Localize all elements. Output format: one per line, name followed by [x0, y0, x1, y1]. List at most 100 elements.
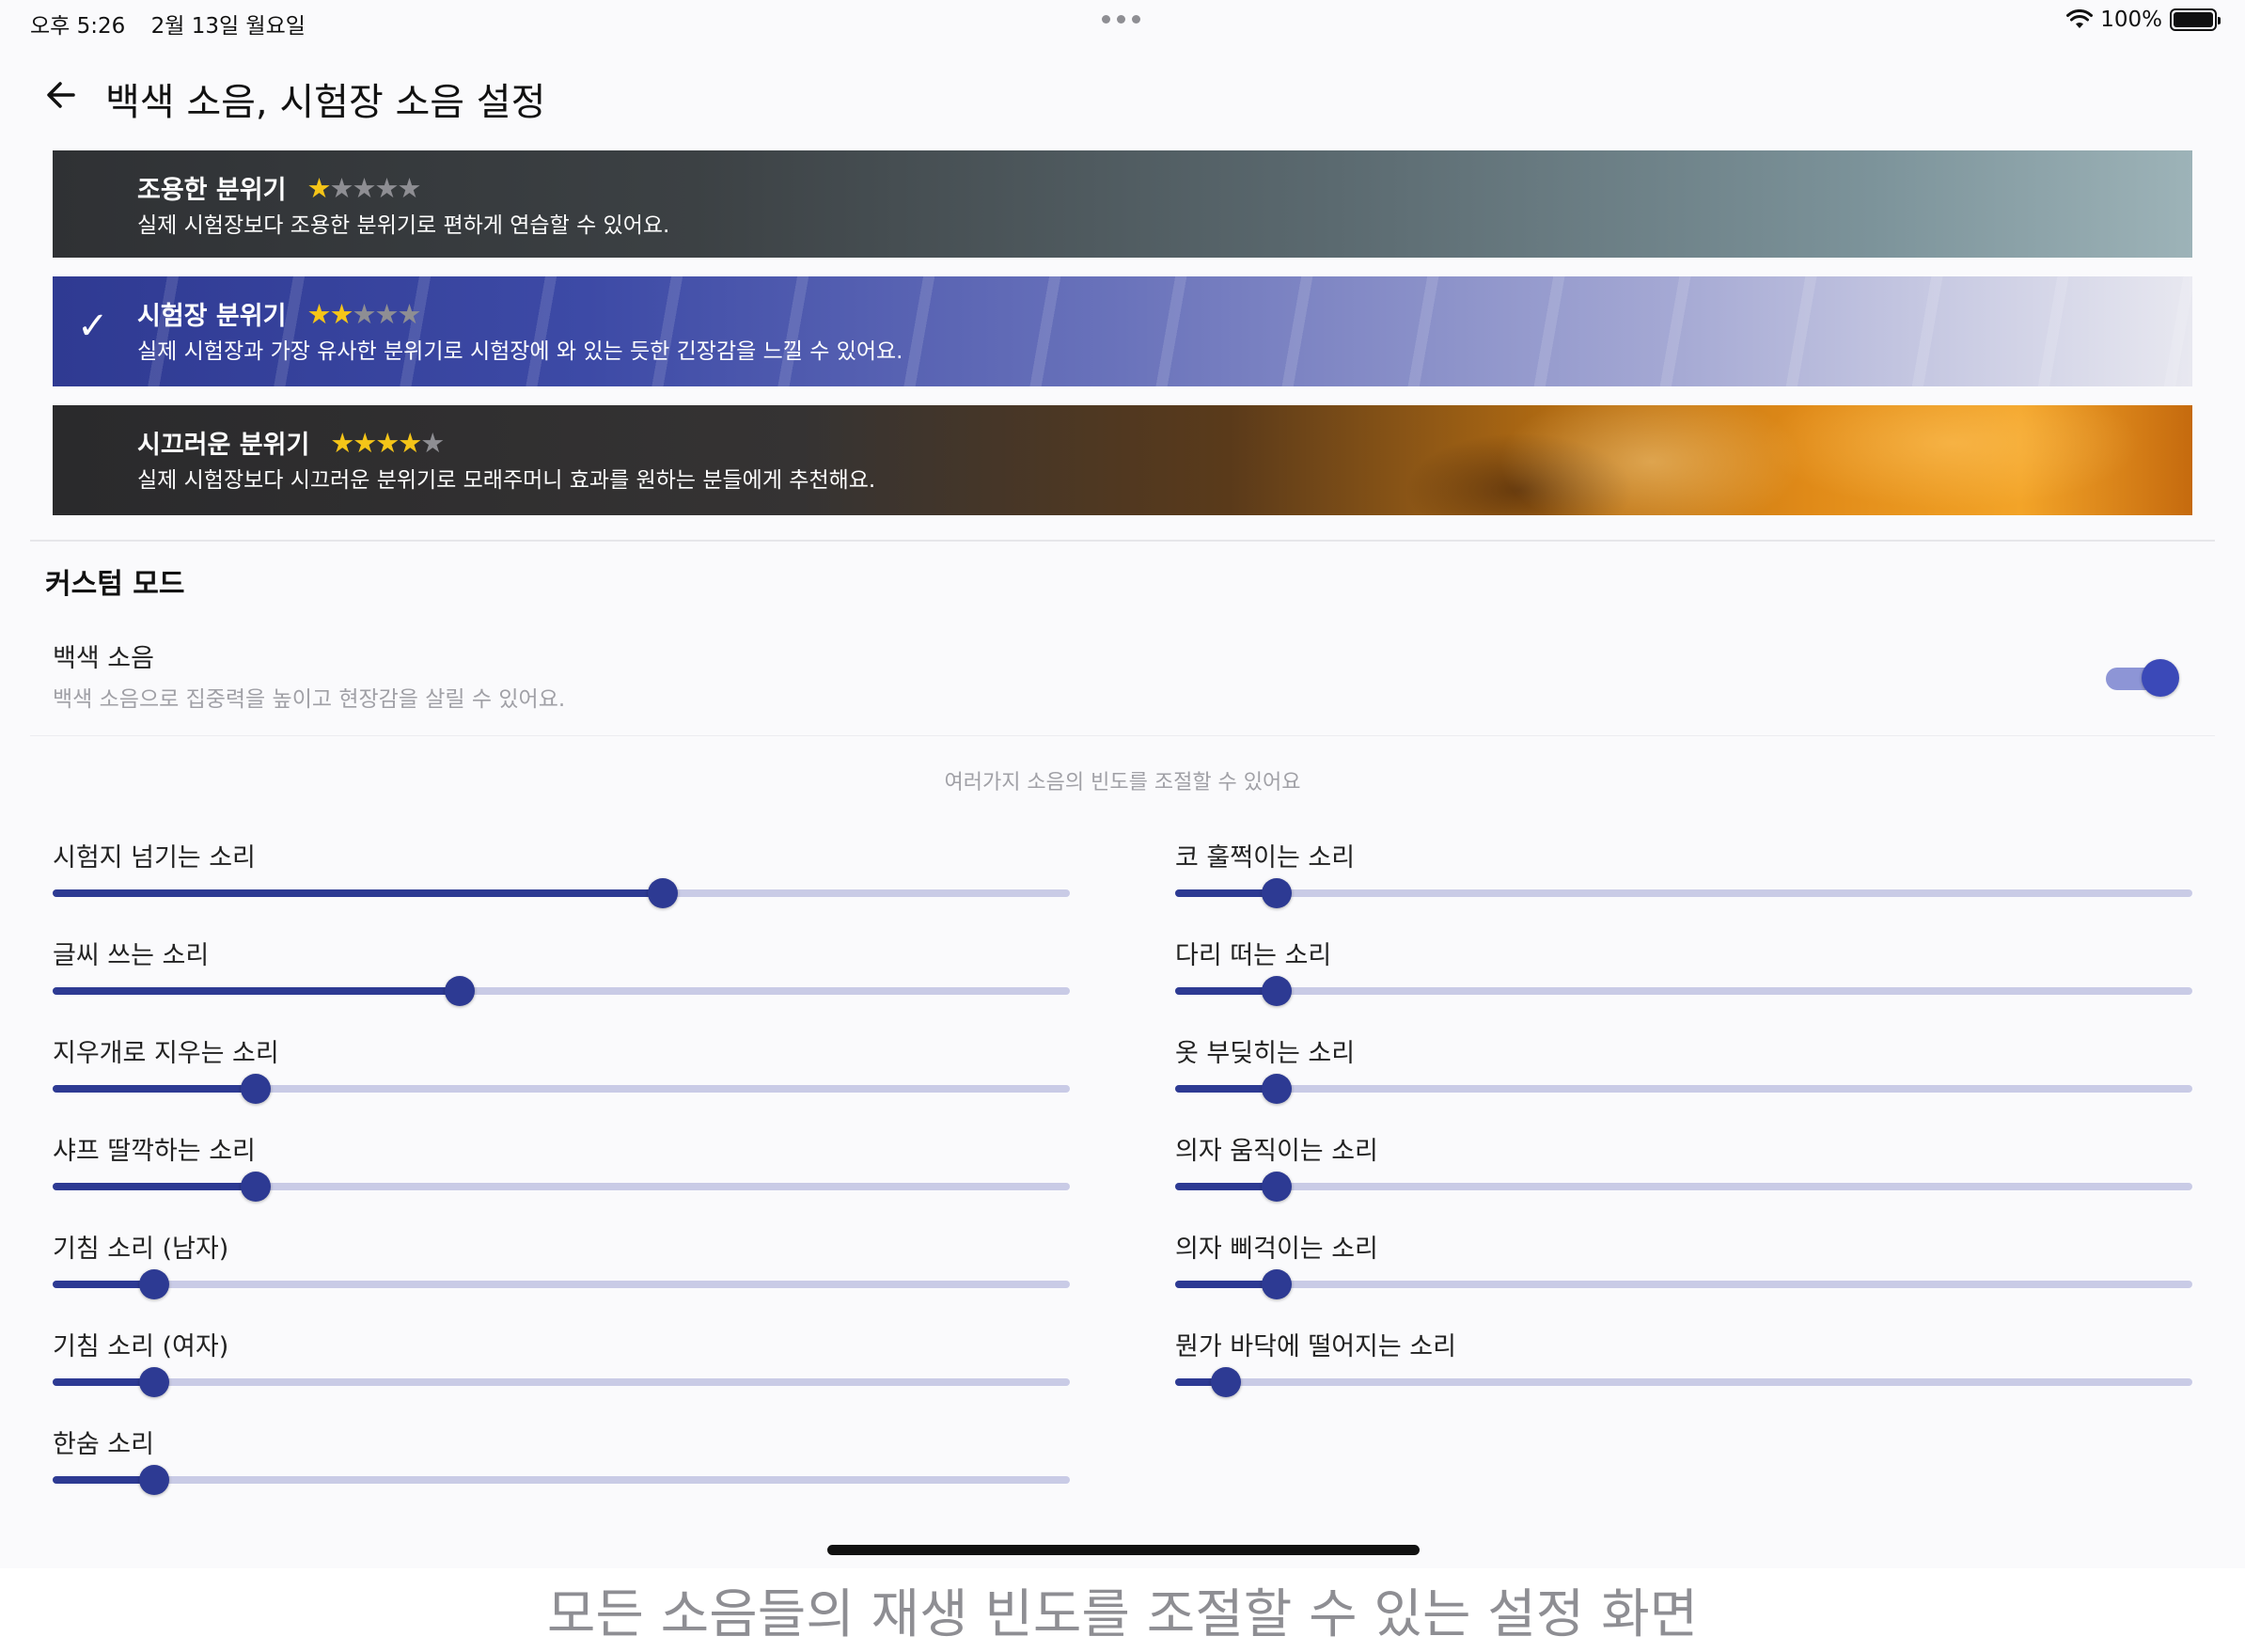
star-icon: ★: [375, 426, 400, 459]
star-icon: ★: [397, 297, 421, 330]
slider-fill: [53, 1085, 257, 1093]
row-divider: [30, 735, 2215, 736]
slider-fill: [53, 987, 460, 995]
home-indicator[interactable]: [827, 1545, 1420, 1555]
frequency-slider[interactable]: [53, 1072, 1070, 1106]
status-date: 2월 13일 월요일: [150, 14, 306, 39]
slider-label: 다리 떠는 소리: [1175, 941, 1332, 970]
frequency-slider[interactable]: [1175, 1365, 2192, 1399]
star-icon: ★: [374, 297, 399, 330]
slider-label: 코 훌쩍이는 소리: [1175, 843, 1356, 873]
slider-item: 글씨 쓰는 소리: [53, 935, 1070, 1032]
mode-title: 조용한 분위기: [137, 176, 287, 205]
slider-track: [53, 1281, 1070, 1288]
slider-label: 기침 소리 (남자): [53, 1235, 229, 1264]
slider-thumb[interactable]: [1262, 878, 1293, 908]
frequency-slider[interactable]: [53, 1365, 1070, 1399]
slider-track: [1175, 1378, 2192, 1386]
slider-item: 옷 부딪히는 소리: [1175, 1032, 2192, 1130]
slider-label: 지우개로 지우는 소리: [53, 1039, 279, 1068]
slider-label: 글씨 쓰는 소리: [53, 941, 210, 970]
app-screen: 오후 5:26 2월 13일 월요일 100% 백색 소음, 시험장 소음 설정…: [0, 0, 2245, 1568]
multitasking-dots-icon[interactable]: [1102, 15, 1140, 24]
back-button[interactable]: [41, 75, 81, 115]
slider-track: [1175, 1281, 2192, 1288]
frequency-slider[interactable]: [53, 1170, 1070, 1204]
star-icon: ★: [397, 171, 421, 204]
slider-item: 뭔가 바닥에 떨어지는 소리: [1175, 1326, 2192, 1424]
slider-track: [1175, 987, 2192, 995]
battery-icon: [2170, 8, 2221, 31]
star-icon: ★: [352, 171, 376, 204]
slider-item: 코 훌쩍이는 소리: [1175, 837, 2192, 935]
mode-card-loud[interactable]: 시끄러운 분위기 ★★★★★ 실제 시험장보다 시끄러운 분위기로 모래주머니 …: [53, 405, 2192, 515]
slider-track: [53, 1378, 1070, 1386]
wifi-icon: [2066, 9, 2094, 28]
page-title: 백색 소음, 시험장 소음 설정: [105, 81, 546, 124]
status-bar: 오후 5:26 2월 13일 월요일 100%: [0, 0, 2245, 43]
white-noise-toggle[interactable]: [2104, 658, 2179, 698]
slider-label: 시험지 넘기는 소리: [53, 843, 256, 873]
slider-thumb[interactable]: [1262, 1172, 1293, 1202]
status-left: 오후 5:26 2월 13일 월요일: [30, 8, 324, 39]
slider-label: 한숨 소리: [53, 1430, 154, 1459]
mode-title: 시끄러운 분위기: [137, 431, 310, 460]
slider-item: 의자 움직이는 소리: [1175, 1130, 2192, 1228]
frequency-slider[interactable]: [1175, 876, 2192, 910]
frequency-slider[interactable]: [1175, 1267, 2192, 1301]
star-rating: ★★★★★: [306, 171, 421, 204]
mode-title: 시험장 분위기: [137, 302, 287, 331]
star-icon: ★: [352, 297, 376, 330]
mode-card-quiet[interactable]: 조용한 분위기 ★★★★★ 실제 시험장보다 조용한 분위기로 편하게 연습할 …: [53, 150, 2192, 258]
slider-label: 의자 삐걱이는 소리: [1175, 1235, 1378, 1264]
slider-thumb[interactable]: [139, 1269, 170, 1299]
custom-mode-title: 커스텀 모드: [45, 568, 185, 601]
slider-thumb[interactable]: [648, 878, 679, 908]
slider-item: 기침 소리 (여자): [53, 1326, 1070, 1424]
caption: 모든 소음들의 재생 빈도를 조절할 수 있는 설정 화면: [546, 1584, 1699, 1645]
slider-thumb[interactable]: [139, 1465, 170, 1495]
slider-label: 기침 소리 (여자): [53, 1332, 229, 1361]
slider-item: 한숨 소리: [53, 1424, 1070, 1521]
slider-thumb[interactable]: [241, 1172, 272, 1202]
slider-item: 시험지 넘기는 소리: [53, 837, 1070, 935]
slider-fill: [53, 889, 664, 897]
slider-thumb[interactable]: [444, 976, 475, 1006]
mode-description: 실제 시험장과 가장 유사한 분위기로 시험장에 와 있는 듯한 긴장감을 느낄…: [137, 339, 903, 364]
mode-title-row: 조용한 분위기 ★★★★★: [137, 169, 421, 206]
slider-track: [1175, 1183, 2192, 1190]
frequency-slider[interactable]: [53, 1267, 1070, 1301]
slider-thumb[interactable]: [1211, 1367, 1242, 1397]
frequency-slider[interactable]: [53, 1463, 1070, 1497]
header: 백색 소음, 시험장 소음 설정: [0, 62, 2245, 128]
frequency-slider[interactable]: [1175, 1072, 2192, 1106]
frequency-slider[interactable]: [1175, 1170, 2192, 1204]
checkmark-icon: ✓: [77, 305, 109, 348]
mode-list: 조용한 분위기 ★★★★★ 실제 시험장보다 조용한 분위기로 편하게 연습할 …: [53, 150, 2192, 534]
mode-description: 실제 시험장보다 시끄러운 분위기로 모래주머니 효과를 원하는 분들에게 추천…: [137, 468, 876, 493]
star-icon: ★: [374, 171, 399, 204]
frequency-slider[interactable]: [53, 876, 1070, 910]
slider-thumb[interactable]: [1262, 1074, 1293, 1104]
slider-thumb[interactable]: [241, 1074, 272, 1104]
frequency-slider[interactable]: [53, 974, 1070, 1008]
mode-title-row: 시끄러운 분위기 ★★★★★: [137, 424, 445, 461]
star-icon: ★: [420, 426, 445, 459]
arrow-left-icon: [47, 82, 75, 108]
slider-label: 의자 움직이는 소리: [1175, 1137, 1378, 1166]
mode-description: 실제 시험장보다 조용한 분위기로 편하게 연습할 수 있어요.: [137, 213, 670, 238]
slider-item: 의자 삐걱이는 소리: [1175, 1228, 2192, 1326]
slider-thumb[interactable]: [1262, 1269, 1293, 1299]
slider-item: 기침 소리 (남자): [53, 1228, 1070, 1326]
slider-label: 샤프 딸깍하는 소리: [53, 1137, 256, 1166]
star-rating: ★★★★★: [330, 426, 445, 459]
frequency-slider[interactable]: [1175, 974, 2192, 1008]
slider-item: 지우개로 지우는 소리: [53, 1032, 1070, 1130]
star-icon: ★: [306, 171, 331, 204]
slider-thumb[interactable]: [1262, 976, 1293, 1006]
star-icon: ★: [353, 426, 377, 459]
slider-thumb[interactable]: [139, 1367, 170, 1397]
frequency-hint: 여러가지 소음의 빈도를 조절할 수 있어요: [944, 771, 1301, 795]
mode-card-exam[interactable]: ✓ 시험장 분위기 ★★★★★ 실제 시험장과 가장 유사한 분위기로 시험장에…: [53, 276, 2192, 386]
white-noise-description: 백색 소음으로 집중력을 높이고 현장감을 살릴 수 있어요.: [53, 687, 566, 712]
